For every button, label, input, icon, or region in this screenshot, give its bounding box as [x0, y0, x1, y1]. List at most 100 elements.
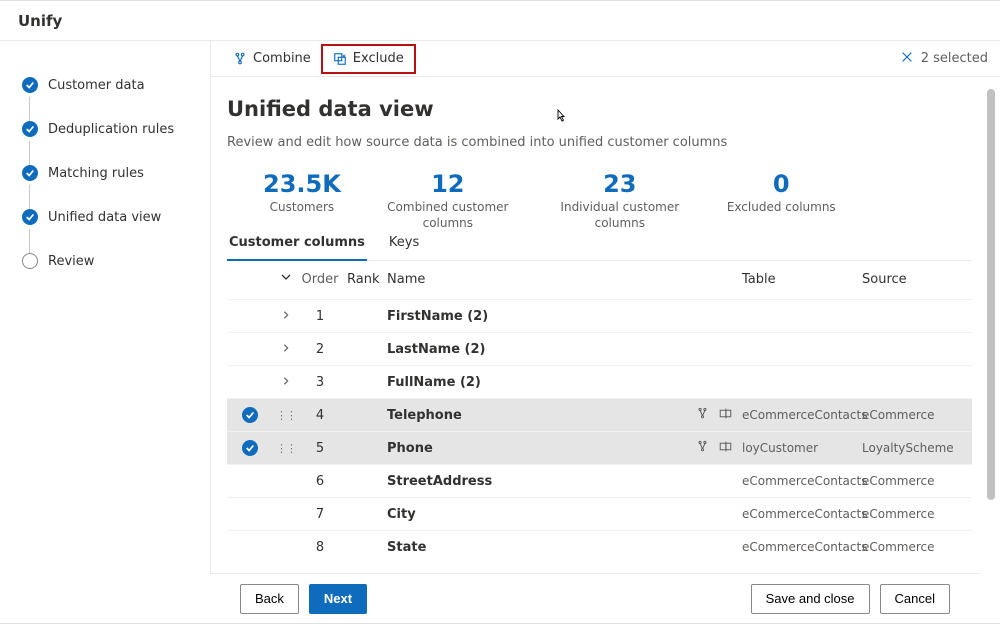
cell-name: Telephone	[387, 408, 684, 423]
cell-name: City	[387, 507, 684, 522]
stat-value: 0	[727, 170, 836, 198]
cancel-button[interactable]: Cancel	[880, 584, 950, 614]
combine-icon	[233, 52, 247, 66]
checked-icon[interactable]	[242, 407, 258, 423]
check-icon	[22, 209, 38, 225]
wizard-step-deduplication-rules[interactable]: Deduplication rules	[22, 121, 210, 137]
cell-order: 2	[299, 342, 341, 357]
page-header: Unify	[0, 1, 1000, 41]
cell-name: StreetAddress	[387, 474, 684, 489]
back-button[interactable]: Back	[240, 584, 299, 614]
clear-selection-icon[interactable]	[899, 50, 915, 68]
cell-order: 7	[299, 507, 341, 522]
wizard-step-review[interactable]: Review	[22, 253, 210, 269]
page-title: Unified data view	[227, 97, 972, 121]
col-header-table[interactable]: Table	[742, 272, 862, 287]
stat-combined-customer-columns: 12Combined customer columns	[383, 170, 513, 231]
tab-customer-columns[interactable]: Customer columns	[227, 227, 367, 260]
wizard-step-label: Unified data view	[48, 210, 161, 225]
tab-keys[interactable]: Keys	[387, 227, 421, 260]
rename-icon[interactable]	[719, 440, 732, 457]
wizard-step-label: Review	[48, 254, 94, 269]
table-row[interactable]: 6 StreetAddress eCommerceContactseCommerce	[227, 464, 972, 497]
stat-excluded-columns: 0 Excluded columns	[727, 170, 836, 231]
scrollbar[interactable]	[985, 81, 997, 611]
cell-order: 6	[299, 474, 341, 489]
combine-icon[interactable]	[696, 440, 709, 457]
wizard-sidebar: Customer data Deduplication rules Matching…	[0, 41, 210, 573]
cell-name: Phone	[387, 441, 684, 456]
table-header-row: Order Rank Name Table Source	[227, 261, 972, 299]
cursor-icon	[553, 108, 569, 130]
wizard-step-customer-data[interactable]: Customer data	[22, 77, 210, 93]
cell-order: 5	[299, 441, 341, 456]
toolbar: Combine Exclude 2 selected	[211, 41, 1000, 77]
stat-customers: 23.5K Customers	[263, 170, 341, 231]
table-row[interactable]: 8 State eCommerceContactseCommerce	[227, 530, 972, 563]
table-row[interactable]: 3FullName (2)	[227, 365, 972, 398]
checked-icon[interactable]	[242, 440, 258, 456]
selection-indicator[interactable]: 2 selected	[899, 50, 988, 68]
col-header-rank[interactable]: Rank	[341, 272, 387, 287]
table-row[interactable]: ⋮⋮4 Telephone eCommerceContactseCommerce	[227, 398, 972, 431]
cell-order: 8	[299, 540, 341, 555]
expand-row-icon[interactable]	[273, 375, 299, 390]
cell-name: FullName (2)	[387, 375, 684, 390]
exclude-icon	[333, 52, 347, 66]
stat-value: 23	[555, 170, 685, 198]
wizard-step-matching-rules[interactable]: Matching rules	[22, 165, 210, 181]
cell-table: loyCustomer	[742, 441, 862, 455]
expand-all-toggle[interactable]	[273, 271, 299, 287]
app-title: Unify	[18, 12, 62, 30]
stat-individual-customer-columns: 23Individual customer columns	[555, 170, 685, 231]
exclude-button[interactable]: Exclude	[321, 44, 416, 74]
wizard-step-unified-data-view[interactable]: Unified data view	[22, 209, 210, 225]
stat-value: 12	[383, 170, 513, 198]
cell-source: eCommerce	[862, 408, 972, 422]
stat-label: Customers	[263, 200, 341, 216]
check-icon	[22, 121, 38, 137]
columns-table: Order Rank Name Table Source 1FirstName …	[227, 261, 972, 563]
col-header-name[interactable]: Name	[387, 272, 684, 287]
cell-order: 4	[299, 408, 341, 423]
circle-icon	[22, 253, 38, 269]
footer: Back Next Save and close Cancel	[210, 573, 980, 623]
table-row[interactable]: 1FirstName (2)	[227, 299, 972, 332]
cell-name: State	[387, 540, 684, 555]
drag-handle-icon[interactable]: ⋮⋮	[276, 442, 296, 455]
cell-table: eCommerceContacts	[742, 408, 862, 422]
cell-source: eCommerce	[862, 474, 972, 488]
scrollbar-thumb[interactable]	[987, 89, 995, 500]
table-row[interactable]: 7 City eCommerceContactseCommerce	[227, 497, 972, 530]
cell-source: eCommerce	[862, 540, 972, 554]
stats-row: 23.5K Customers 12Combined customer column…	[227, 170, 972, 231]
combine-icon[interactable]	[696, 407, 709, 424]
cell-table: eCommerceContacts	[742, 474, 862, 488]
cell-name: LastName (2)	[387, 342, 684, 357]
save-and-close-button[interactable]: Save and close	[751, 584, 870, 614]
selected-count-label: 2 selected	[921, 51, 988, 66]
cell-source: eCommerce	[862, 507, 972, 521]
col-header-source[interactable]: Source	[862, 272, 972, 287]
stat-label: Individual customer columns	[555, 200, 685, 231]
stat-value: 23.5K	[263, 170, 341, 198]
col-header-order[interactable]: Order	[299, 272, 341, 287]
wizard-step-label: Deduplication rules	[48, 122, 174, 137]
table-row[interactable]: 2 LastName (2)	[227, 332, 972, 365]
cell-source: LoyaltyScheme	[862, 441, 972, 455]
exclude-label: Exclude	[353, 51, 404, 66]
next-button[interactable]: Next	[309, 584, 367, 614]
cell-name: FirstName (2)	[387, 309, 684, 324]
stat-label: Excluded columns	[727, 200, 836, 216]
combine-button[interactable]: Combine	[223, 45, 321, 73]
table-row[interactable]: ⋮⋮5 Phone loyCustomerLoyaltyScheme	[227, 431, 972, 464]
rename-icon[interactable]	[719, 407, 732, 424]
cell-table: eCommerceContacts	[742, 507, 862, 521]
drag-handle-icon[interactable]: ⋮⋮	[276, 409, 296, 422]
expand-row-icon[interactable]	[273, 342, 299, 357]
cell-table: eCommerceContacts	[742, 540, 862, 554]
combine-label: Combine	[253, 51, 311, 66]
tabs: Customer columns Keys	[227, 227, 972, 261]
check-icon	[22, 165, 38, 181]
expand-row-icon[interactable]	[273, 309, 299, 324]
